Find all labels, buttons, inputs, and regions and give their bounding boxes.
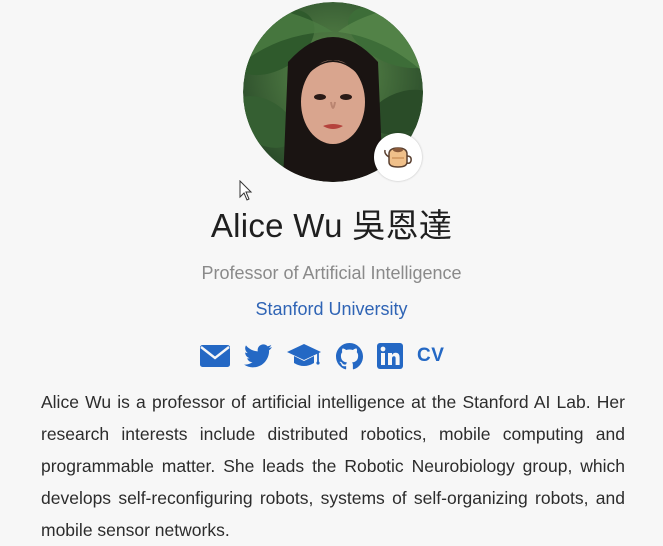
mouse-cursor-icon xyxy=(239,180,253,201)
github-link[interactable] xyxy=(336,342,363,370)
profile-card: Alice Wu 吳恩達 Professor of Artificial Int… xyxy=(0,0,663,546)
cv-link[interactable]: CV xyxy=(417,345,444,367)
profile-name: Alice Wu 吳恩達 xyxy=(210,207,453,244)
github-icon xyxy=(336,342,363,369)
social-links: CV xyxy=(200,340,444,372)
profile-organization: Stanford University xyxy=(255,299,408,319)
avatar-container xyxy=(243,2,423,182)
envelope-icon xyxy=(200,345,230,367)
linkedin-icon xyxy=(377,343,403,369)
google-scholar-link[interactable] xyxy=(286,343,322,369)
profile-bio: Alice Wu is a professor of artificial in… xyxy=(41,392,625,540)
profile-role: Professor of Artificial Intelligence xyxy=(201,263,462,283)
teapot-emoji-icon xyxy=(374,133,422,181)
twitter-link[interactable] xyxy=(244,344,272,368)
graduation-cap-icon xyxy=(287,344,321,366)
twitter-icon xyxy=(244,344,272,368)
linkedin-link[interactable] xyxy=(377,343,403,369)
email-link[interactable] xyxy=(200,345,230,367)
